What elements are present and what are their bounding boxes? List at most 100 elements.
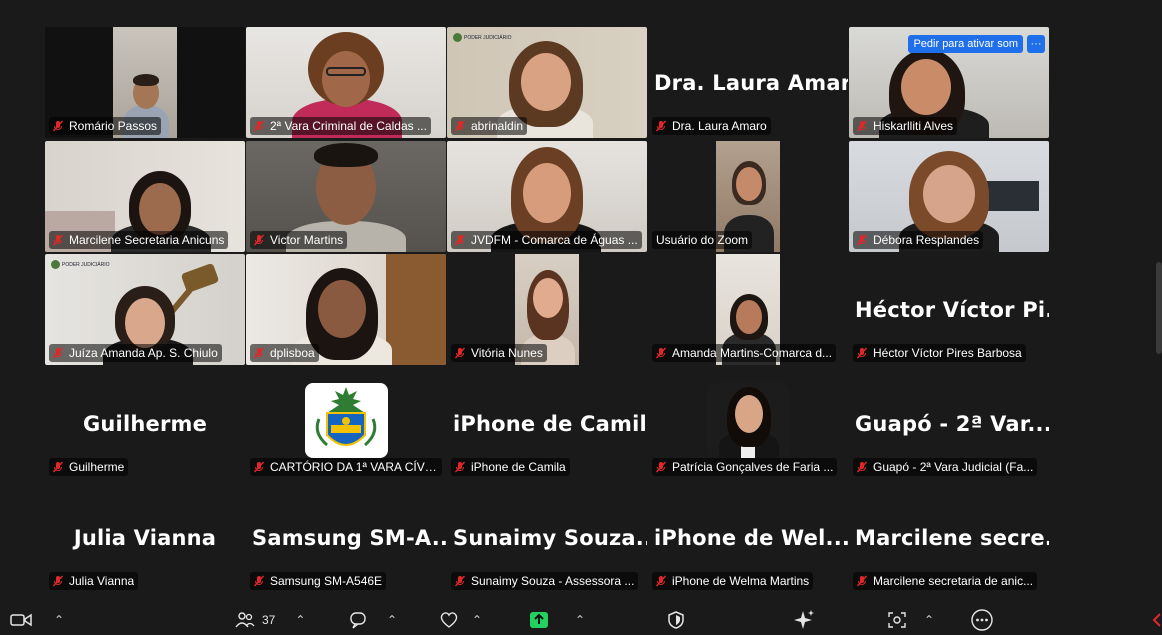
sparkle-icon: [792, 609, 816, 631]
participant-tile[interactable]: Julia Vianna Julia Vianna: [45, 482, 245, 593]
participant-name-label: abrinaldin: [451, 117, 528, 135]
more-icon: [970, 609, 994, 631]
participant-name-label: CARTÓRIO DA 1ª VARA CÍVE...: [250, 458, 442, 476]
participant-tile[interactable]: 2ª Vara Criminal de Caldas ...: [246, 27, 446, 138]
participant-name-label: Samsung SM-A546E: [250, 572, 387, 590]
avatar: [707, 383, 790, 458]
mic-muted-icon: [252, 233, 266, 247]
participant-tile[interactable]: CARTÓRIO DA 1ª VARA CÍVE...: [246, 368, 446, 479]
mic-muted-icon: [855, 119, 869, 133]
coat-of-arms-icon: [315, 387, 377, 447]
reactions-control[interactable]: ⌃: [438, 608, 482, 632]
apps-control[interactable]: ⌃: [886, 608, 934, 632]
apps-icon: [886, 610, 908, 630]
meeting-toolbar: ⌃ 37 ⌃ ⌃ ⌃ ⌃ ⌃: [0, 605, 1162, 635]
mic-muted-icon: [51, 460, 65, 474]
mic-muted-icon: [855, 460, 869, 474]
participant-tile[interactable]: Usuário do Zoom: [648, 141, 848, 252]
participant-name-label: iPhone de Welma Martins: [652, 572, 814, 590]
chevron-up-icon[interactable]: ⌃: [54, 613, 64, 627]
participant-tile[interactable]: Amanda Martins-Comarca d...: [648, 254, 848, 365]
participant-tile[interactable]: Guapó - 2ª Var... Guapó - 2ª Vara Judici…: [849, 368, 1049, 479]
participant-name-label: Amanda Martins-Comarca d...: [652, 344, 837, 362]
mic-muted-icon: [252, 460, 266, 474]
participant-tile[interactable]: JVDFM - Comarca de Águas ...: [447, 141, 647, 252]
mic-muted-icon: [654, 119, 668, 133]
participant-tile[interactable]: Marcilene Secretaria Anicuns: [45, 141, 245, 252]
participant-name-label: Victor Martins: [250, 231, 348, 249]
participant-name-label: Vitória Nunes: [451, 344, 547, 362]
more-options-button[interactable]: ···: [1027, 35, 1045, 53]
ask-to-unmute-button[interactable]: Pedir para ativar som: [908, 35, 1023, 53]
ai-companion-control[interactable]: [792, 608, 816, 632]
participant-name-label: Usuário do Zoom: [652, 231, 753, 249]
chevron-up-icon[interactable]: ⌃: [387, 613, 397, 627]
chat-control[interactable]: ⌃: [347, 608, 397, 632]
participant-tile[interactable]: Patrícia Gonçalves de Faria ...: [648, 368, 848, 479]
court-logo: PODER JUDICIÁRIO: [51, 260, 131, 276]
participant-tile[interactable]: Marcilene secre... Marcilene secretaria …: [849, 482, 1049, 593]
participant-name-label: Guapó - 2ª Vara Judicial (Fa...: [853, 458, 1038, 476]
more-control[interactable]: [970, 608, 994, 632]
leave-control[interactable]: [1150, 608, 1162, 632]
mic-muted-icon: [51, 233, 65, 247]
share-screen-icon: [529, 611, 549, 629]
participant-tile[interactable]: Héctor Víctor Pi... Héctor Víctor Pires …: [849, 254, 1049, 365]
participant-tile[interactable]: Guilherme Guilherme: [45, 368, 245, 479]
participant-display-name: Guilherme: [82, 412, 208, 436]
participant-tile[interactable]: Vitória Nunes: [447, 254, 647, 365]
chevron-up-icon[interactable]: ⌃: [472, 613, 482, 627]
participant-tile[interactable]: Victor Martins: [246, 141, 446, 252]
mic-muted-icon: [252, 574, 266, 588]
participant-tile[interactable]: Pedir para ativar som ··· Hiskarlliti Al…: [849, 27, 1049, 138]
mic-muted-icon: [453, 119, 467, 133]
participant-name-label: Débora Resplandes: [853, 231, 984, 249]
mic-muted-icon: [855, 346, 869, 360]
participant-display-name: Dra. Laura Amaro: [654, 71, 848, 95]
chevron-up-icon[interactable]: ⌃: [575, 613, 585, 627]
participant-display-name: iPhone de Camila: [453, 412, 647, 436]
participant-tile[interactable]: PODER JUDICIÁRIO abrinaldin: [447, 27, 647, 138]
mic-muted-icon: [453, 233, 467, 247]
participant-name-label: JVDFM - Comarca de Águas ...: [451, 231, 642, 249]
video-control[interactable]: ⌃: [10, 608, 64, 632]
participant-name-label: iPhone de Camila: [451, 458, 570, 476]
participant-tile[interactable]: iPhone de Wel... iPhone de Welma Martins: [648, 482, 848, 593]
mic-muted-icon: [51, 574, 65, 588]
participant-name-label: Dra. Laura Amaro: [652, 117, 771, 135]
participant-name-label: dplisboa: [250, 344, 319, 362]
participant-name-label: Julia Vianna: [49, 572, 139, 590]
participant-tile[interactable]: Dra. Laura Amaro Dra. Laura Amaro: [648, 27, 848, 138]
participants-icon: [234, 611, 256, 629]
participant-display-name: Guapó - 2ª Var...: [855, 412, 1049, 436]
share-screen-control[interactable]: ⌃: [529, 608, 585, 632]
participant-display-name: iPhone de Wel...: [654, 526, 848, 550]
video-gallery: Romário Passos 2ª Vara Criminal de Calda…: [45, 27, 1053, 597]
participant-name-label: Héctor Víctor Pires Barbosa: [853, 344, 1026, 362]
heart-icon: [438, 611, 460, 629]
participant-name-label: Patrícia Gonçalves de Faria ...: [652, 458, 838, 476]
security-control[interactable]: [666, 608, 686, 632]
participant-tile[interactable]: iPhone de Camila iPhone de Camila: [447, 368, 647, 479]
participant-tile[interactable]: Débora Resplandes: [849, 141, 1049, 252]
mic-muted-icon: [453, 574, 467, 588]
chevron-up-icon[interactable]: ⌃: [924, 613, 934, 627]
mic-muted-icon: [855, 574, 869, 588]
avatar: [305, 383, 388, 458]
gallery-scroll-handle[interactable]: [1156, 262, 1162, 354]
shield-icon: [666, 610, 686, 630]
participant-tile[interactable]: PODER JUDICIÁRIO Juíza Amanda Ap. S. Chi…: [45, 254, 245, 365]
participant-tile[interactable]: dplisboa: [246, 254, 446, 365]
participants-count: 37: [262, 613, 276, 627]
mic-muted-icon: [855, 233, 869, 247]
participants-control[interactable]: 37 ⌃: [234, 608, 305, 632]
participant-display-name: Julia Vianna: [73, 526, 217, 550]
mic-muted-icon: [654, 346, 668, 360]
participant-tile[interactable]: Sunaimy Souza... Sunaimy Souza - Assesso…: [447, 482, 647, 593]
participant-name-label: Juíza Amanda Ap. S. Chiulo: [49, 344, 222, 362]
participant-tile[interactable]: Romário Passos: [45, 27, 245, 138]
chevron-up-icon[interactable]: ⌃: [295, 613, 305, 627]
mic-muted-icon: [654, 460, 668, 474]
participant-name-label: Guilherme: [49, 458, 129, 476]
participant-tile[interactable]: Samsung SM-A... Samsung SM-A546E: [246, 482, 446, 593]
